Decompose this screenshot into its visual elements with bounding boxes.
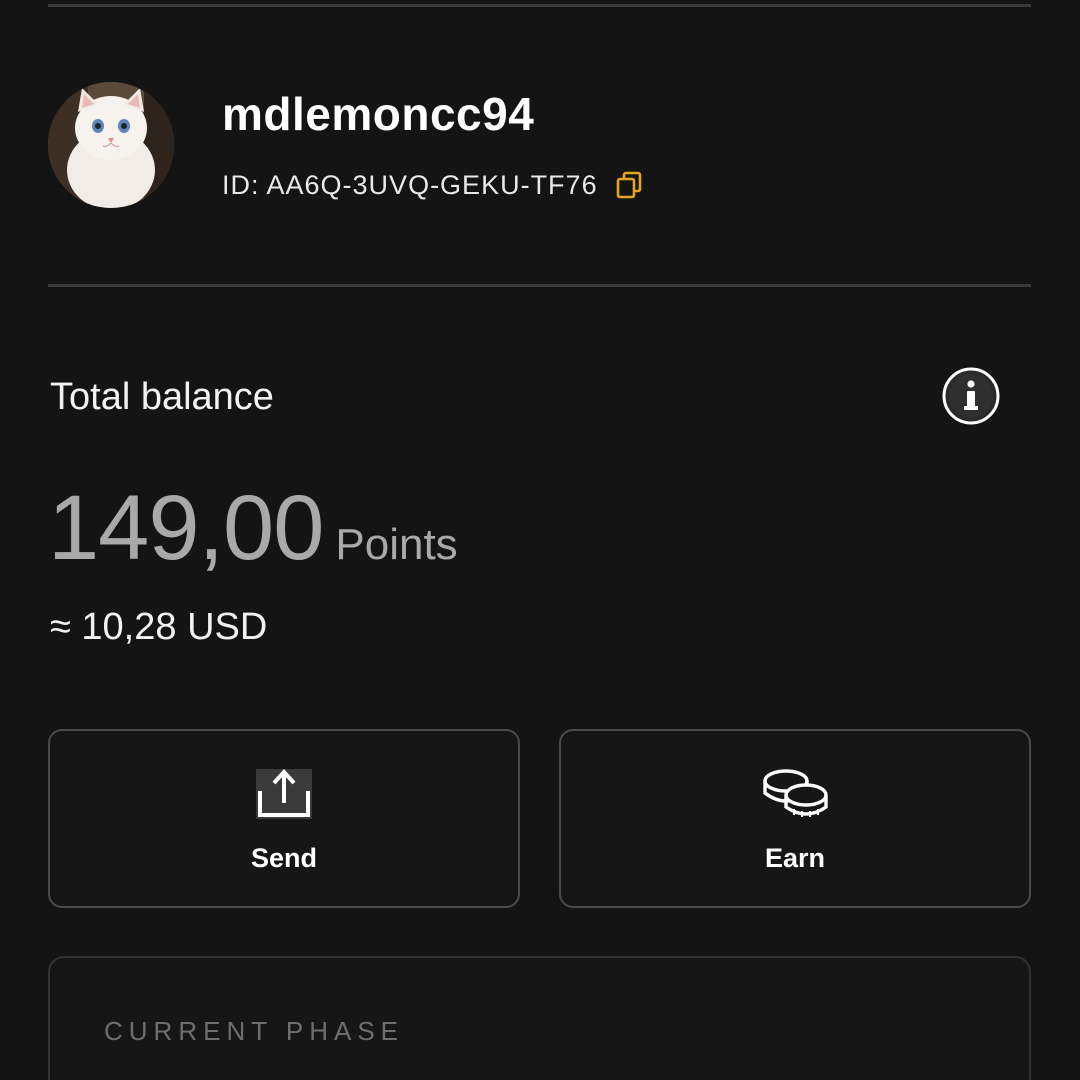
upload-icon	[256, 769, 312, 819]
wallet-screen: mdlemoncc94 ID: AA6Q-3UVQ-GEKU-TF76 Tota…	[0, 0, 1080, 1080]
avatar[interactable]	[48, 82, 174, 208]
balance-amount: 149,00	[48, 477, 324, 579]
earn-button-label: Earn	[764, 843, 826, 873]
current-phase-label: CURRENT PHASE	[104, 1016, 405, 1046]
copy-icon[interactable]	[614, 170, 644, 200]
user-id-row: ID: AA6Q-3UVQ-GEKU-TF76	[222, 168, 644, 202]
balance-unit: Points	[335, 520, 458, 569]
balance-usd-equivalent: ≈ 10,28 USD	[50, 606, 268, 648]
user-id: ID: AA6Q-3UVQ-GEKU-TF76	[222, 169, 598, 200]
earn-button[interactable]: Earn	[559, 729, 1031, 908]
username: mdlemoncc94	[222, 88, 535, 140]
send-button-label: Send	[250, 843, 317, 873]
info-icon[interactable]	[941, 366, 1001, 426]
balance-label: Total balance	[50, 376, 274, 418]
send-button[interactable]: Send	[48, 729, 520, 908]
cat-avatar-image	[48, 82, 174, 208]
coins-icon	[763, 769, 828, 817]
top-divider	[48, 4, 1031, 7]
profile-divider	[48, 284, 1031, 287]
current-phase-card: CURRENT PHASE	[48, 956, 1031, 1080]
balance-amount-row: 149,00 Points	[48, 478, 458, 578]
